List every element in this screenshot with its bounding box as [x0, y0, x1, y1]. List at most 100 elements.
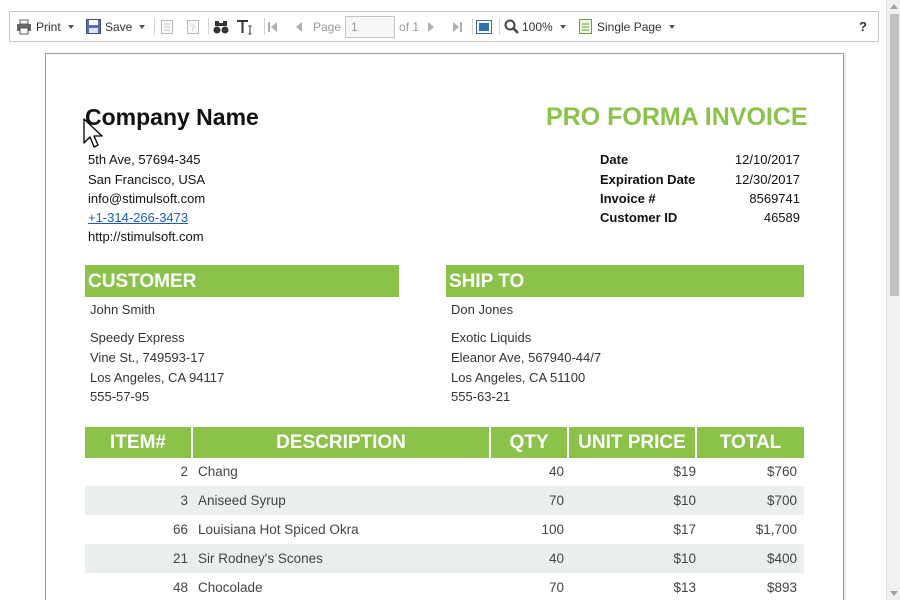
meta-value: 12/10/2017 — [734, 152, 800, 167]
chevron-left-icon — [294, 20, 304, 34]
item-unit-price: $13 — [673, 580, 696, 595]
text-cursor-icon — [236, 19, 256, 35]
customer-phone: 555-57-95 — [90, 389, 150, 404]
item-qty: 70 — [548, 580, 564, 595]
item-number: 3 — [180, 493, 188, 508]
meta-label: Expiration Date — [600, 172, 696, 187]
item-unit-price: $19 — [673, 464, 696, 479]
page-number-input[interactable] — [345, 15, 396, 38]
item-total: $893 — [766, 580, 797, 595]
item-total: $1,700 — [755, 522, 797, 537]
customer-company: Speedy Express — [90, 330, 185, 345]
scrollbar-thumb[interactable] — [890, 14, 899, 296]
find-button[interactable] — [212, 12, 230, 41]
save-label: Save — [105, 19, 133, 34]
printer-icon — [16, 19, 32, 35]
zoom-label: 100% — [522, 19, 553, 34]
item-description: Sir Rodney's Scones — [198, 551, 323, 566]
meta-label: Date — [600, 152, 629, 167]
toolbar-divider — [208, 18, 209, 35]
print-button[interactable]: Print — [16, 12, 74, 41]
vertical-scrollbar[interactable] — [886, 0, 900, 600]
items-table-header: ITEM# DESCRIPTION QTY UNIT PRICE TOTAL — [85, 427, 804, 458]
item-description: Louisiana Hot Spiced Okra — [198, 522, 359, 537]
table-row: 48 Chocolade 70 $13 $893 — [85, 573, 804, 600]
table-row: 66 Louisiana Hot Spiced Okra 100 $17 $1,… — [85, 515, 804, 544]
customer-heading: CUSTOMER — [85, 265, 399, 297]
view-mode-button[interactable]: Single Page — [579, 12, 675, 41]
previous-page-button[interactable] — [294, 12, 304, 41]
item-number: 2 — [180, 464, 188, 479]
item-total: $700 — [766, 493, 797, 508]
zoom-button[interactable]: 100% — [504, 12, 566, 41]
ship-to-name: Don Jones — [451, 302, 514, 317]
scroll-up-icon[interactable] — [890, 4, 898, 9]
meta-label: Invoice # — [600, 191, 656, 206]
item-number: 48 — [172, 580, 188, 595]
item-total: $400 — [766, 551, 797, 566]
binoculars-icon — [212, 19, 230, 35]
item-unit-price: $10 — [673, 551, 696, 566]
ship-to-heading: SHIP TO — [446, 265, 804, 297]
view-mode-label: Single Page — [597, 19, 662, 34]
item-description: Chang — [198, 464, 238, 479]
company-email: info@stimulsoft.com — [88, 191, 206, 206]
chevron-right-icon — [426, 20, 436, 34]
send-email-button[interactable] — [160, 12, 174, 41]
mouse-pointer-icon — [83, 118, 103, 155]
meta-value: 46589 — [763, 210, 800, 225]
invoice-title: PRO FORMA INVOICE — [546, 103, 808, 131]
print-label: Print — [36, 19, 61, 34]
first-page-button[interactable] — [267, 12, 279, 41]
company-phone-link[interactable]: +1-314-266-3473 — [88, 210, 188, 225]
meta-value: 8569741 — [749, 191, 800, 206]
meta-label: Customer ID — [600, 210, 678, 225]
save-icon — [86, 19, 101, 34]
item-unit-price: $10 — [673, 493, 696, 508]
last-page-button[interactable] — [451, 12, 463, 41]
single-page-icon — [579, 19, 592, 34]
column-header-description: DESCRIPTION — [193, 427, 489, 458]
scroll-down-icon[interactable] — [890, 591, 898, 596]
toolbar-divider — [154, 18, 155, 35]
column-header-unit-price: UNIT PRICE — [569, 427, 695, 458]
item-qty: 70 — [548, 493, 564, 508]
customer-city: Los Angeles, CA 94117 — [90, 370, 225, 385]
save-button[interactable]: Save — [86, 12, 146, 41]
page-navigator: Page of 1 — [313, 12, 419, 41]
column-header-item: ITEM# — [85, 427, 191, 458]
toolbar-divider — [472, 18, 473, 35]
company-website: http://stimulsoft.com — [88, 229, 204, 244]
toolbar-divider — [499, 18, 500, 35]
document-icon — [160, 19, 174, 35]
item-qty: 40 — [548, 551, 564, 566]
monitor-icon — [476, 19, 492, 34]
chevron-down-icon — [67, 24, 74, 29]
table-row: 3 Aniseed Syrup 70 $10 $700 — [85, 486, 804, 515]
customer-name: John Smith — [90, 302, 156, 317]
parameters-button[interactable]: ? — [186, 12, 200, 41]
table-row: 21 Sir Rodney's Scones 40 $10 $400 — [85, 544, 804, 573]
address-line: 5th Ave, 57694-345 — [88, 152, 201, 167]
item-total: $760 — [766, 464, 797, 479]
chevron-down-icon — [139, 24, 146, 29]
help-label: ? — [859, 19, 867, 34]
full-screen-button[interactable] — [476, 12, 492, 41]
report-page: Company Name PRO FORMA INVOICE 5th Ave, … — [45, 53, 844, 600]
item-unit-price: $17 — [673, 522, 696, 537]
ship-to-city: Los Angeles, CA 51100 — [451, 370, 586, 385]
item-description: Chocolade — [198, 580, 263, 595]
item-qty: 100 — [541, 522, 564, 537]
help-button[interactable]: ? — [859, 12, 867, 41]
page-count-label: of 1 — [399, 19, 420, 34]
company-name: Company Name — [85, 104, 259, 130]
next-page-button[interactable] — [426, 12, 436, 41]
table-row: 2 Chang 40 $19 $760 — [85, 457, 804, 486]
ship-to-street: Eleanor Ave, 567940-44/7 — [451, 350, 602, 365]
ship-to-company: Exotic Liquids — [451, 330, 532, 345]
last-page-icon — [451, 20, 463, 34]
viewer-toolbar: Print Save ? Page 1 of 1 100% Single Pag… — [9, 11, 879, 42]
editor-button[interactable] — [236, 12, 256, 41]
item-number: 21 — [172, 551, 188, 566]
document-question-icon: ? — [186, 19, 200, 35]
